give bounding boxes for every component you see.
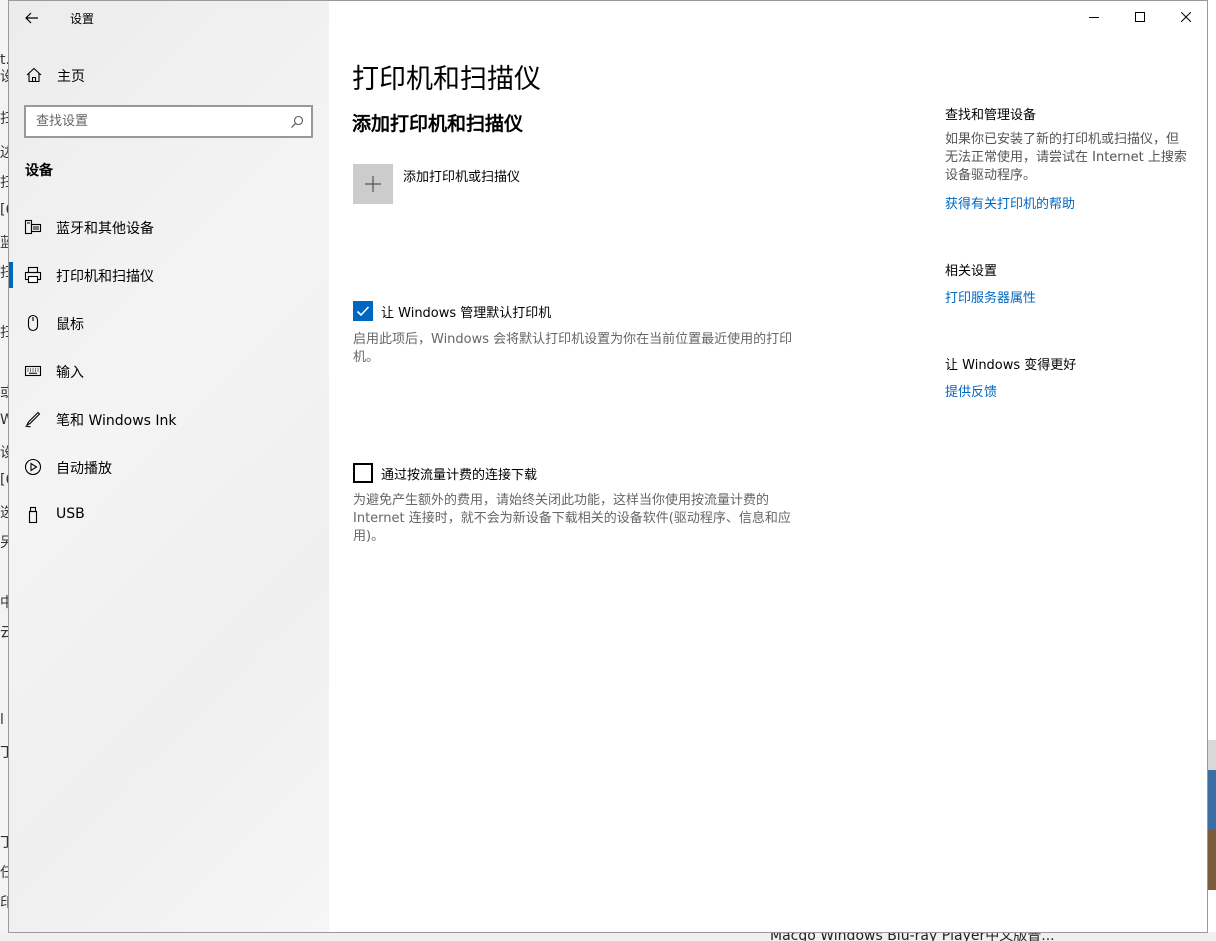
page-title: 打印机和扫描仪 <box>352 64 541 95</box>
main-content: 打印机和扫描仪 添加打印机和扫描仪 添加打印机或扫描仪 让 Windows 管理… <box>329 1 1207 932</box>
bg-patch <box>1208 770 1216 830</box>
sidebar-item-label: 打印机和扫描仪 <box>56 269 154 285</box>
close-icon <box>1181 12 1191 22</box>
sidebar-item-typing[interactable]: 输入 <box>9 351 329 391</box>
add-section-title: 添加打印机和扫描仪 <box>352 113 524 135</box>
metered-download-description: 为避免产生额外的费用，请始终关闭此功能，这样当你使用按流量计费的 Interne… <box>353 493 791 544</box>
sidebar-item-mouse[interactable]: 鼠标 <box>9 303 329 343</box>
checkmark-icon <box>356 306 370 317</box>
keyboard-icon <box>24 365 42 377</box>
print-server-properties-link[interactable]: 打印服务器属性 <box>945 287 1036 306</box>
pen-icon <box>25 411 41 428</box>
minimize-icon <box>1089 17 1099 18</box>
search-box[interactable] <box>24 105 313 138</box>
app-title: 设置 <box>70 12 95 26</box>
plus-icon <box>365 176 381 192</box>
sidebar-item-bluetooth[interactable]: 蓝牙和其他设备 <box>9 207 329 247</box>
make-windows-better-title: 让 Windows 变得更好 <box>945 358 1077 373</box>
section-title: 设备 <box>25 163 53 179</box>
sidebar-item-printers[interactable]: 打印机和扫描仪 <box>9 255 329 295</box>
back-button[interactable] <box>19 7 45 29</box>
find-manage-text: 如果你已安装了新的打印机或扫描仪，但无法正常使用，请尝试在 Internet 上… <box>945 132 1187 183</box>
sidebar-item-usb[interactable]: USB <box>9 495 329 535</box>
sidebar-item-home[interactable]: 主页 <box>9 57 329 93</box>
search-icon <box>291 115 304 128</box>
sidebar-item-pen[interactable]: 笔和 Windows Ink <box>9 399 329 439</box>
search-input[interactable] <box>36 112 276 131</box>
sidebar-item-label: 自动播放 <box>56 461 112 477</box>
checkbox-label: 通过按流量计费的连接下载 <box>381 468 538 483</box>
printer-help-link[interactable]: 获得有关打印机的帮助 <box>945 193 1075 212</box>
autoplay-icon <box>24 458 42 476</box>
home-icon <box>26 67 42 83</box>
close-button[interactable] <box>1163 1 1207 33</box>
bluetooth-devices-icon <box>24 219 42 235</box>
background-window-title: Macgo Windows Blu-ray Player中文版普... <box>770 932 1055 941</box>
sidebar: 设置 主页 设备 蓝牙和其他设备 <box>9 1 329 932</box>
give-feedback-link[interactable]: 提供反馈 <box>945 381 997 400</box>
sidebar-item-label: 主页 <box>57 69 85 85</box>
checkbox-label: 让 Windows 管理默认打印机 <box>381 306 552 321</box>
checkbox-box[interactable] <box>353 301 373 321</box>
sidebar-item-label: 鼠标 <box>56 317 84 333</box>
add-printer-label[interactable]: 添加打印机或扫描仪 <box>403 166 520 185</box>
usb-icon <box>28 506 38 524</box>
bg-patch <box>1208 740 1216 770</box>
maximize-icon <box>1135 12 1145 22</box>
checkbox-box[interactable] <box>353 463 373 483</box>
sidebar-item-label: 输入 <box>56 365 84 381</box>
related-settings-title: 相关设置 <box>945 264 998 279</box>
manage-default-description: 启用此项后，Windows 会将默认打印机设置为你在当前位置最近使用的打印机。 <box>353 332 793 365</box>
find-manage-title: 查找和管理设备 <box>945 108 1037 123</box>
settings-window: 设置 主页 设备 蓝牙和其他设备 <box>8 0 1208 933</box>
printer-icon <box>24 266 42 284</box>
add-printer-button[interactable] <box>353 164 393 204</box>
sidebar-item-label: 笔和 Windows Ink <box>56 413 177 429</box>
background-taskbar: Macgo Windows Blu-ray Player中文版普... <box>0 932 1216 941</box>
sidebar-item-label: 蓝牙和其他设备 <box>56 221 154 237</box>
sidebar-item-autoplay[interactable]: 自动播放 <box>9 447 329 487</box>
background-window-right <box>1208 0 1216 941</box>
back-arrow-icon <box>25 12 38 24</box>
maximize-button[interactable] <box>1117 1 1163 33</box>
window-controls <box>1071 1 1207 33</box>
bg-patch <box>1208 830 1216 890</box>
sidebar-item-label: USB <box>56 506 85 522</box>
mouse-icon <box>27 314 39 332</box>
minimize-button[interactable] <box>1071 1 1117 33</box>
